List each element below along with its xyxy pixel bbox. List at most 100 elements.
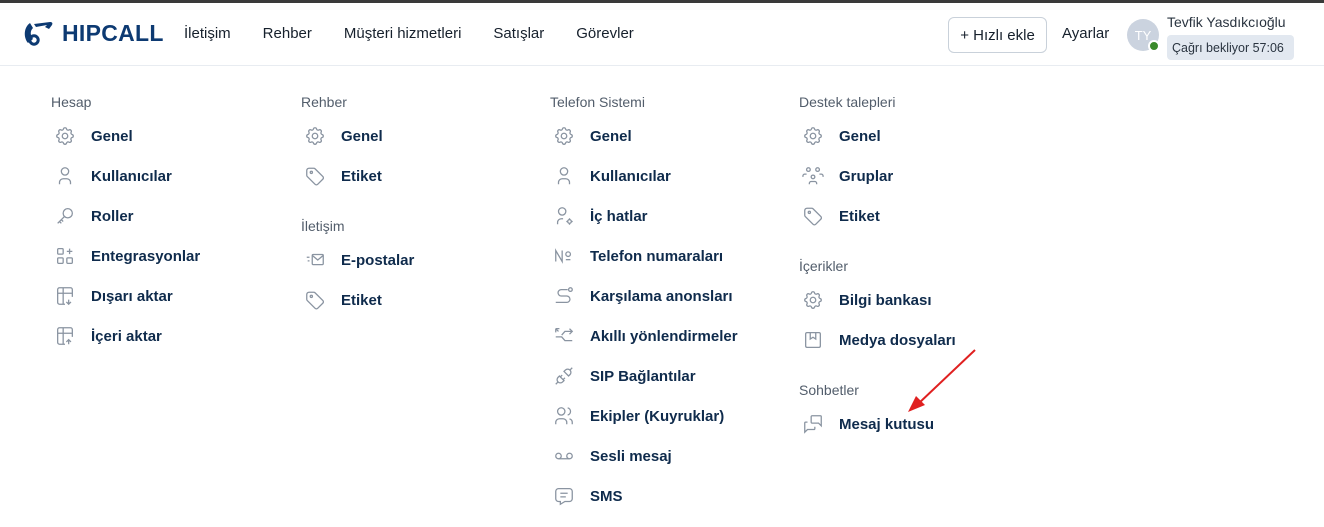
menu-item-label: Karşılama anonsları [590,287,733,305]
menu-column: Rehber Genel Etiket İletişim E-postalar Etike… [301,88,414,320]
gear-icon [801,288,825,312]
menu-item-label: Roller [91,207,134,225]
menu-item-label: İçeri aktar [91,327,162,345]
nav-musteri-hizmetleri[interactable]: Müşteri hizmetleri [344,25,462,42]
menu-item-label: Etiket [839,207,880,225]
users-icon [552,404,576,428]
menu-item-label: Genel [91,127,133,145]
online-status-dot [1148,40,1160,52]
menu-column: Destek talepleri Genel Gruplar Etiket İçerik… [799,88,956,444]
call-status-badge[interactable]: Çağrı bekliyor 57:06 [1167,35,1294,60]
top-navigation: İletişim Rehber Müşteri hizmetleri Satış… [184,25,666,42]
nav-iletisim[interactable]: İletişim [184,25,231,42]
menu-item-label: Sesli mesaj [590,447,672,465]
menu-item-hesap-iceri-aktar[interactable]: İçeri aktar [51,316,200,356]
messages-icon [801,412,825,436]
menu-item-label: Dışarı aktar [91,287,173,305]
menu-item-label: Genel [590,127,632,145]
table-import-icon [53,324,77,348]
section-title-icerikler: İçerikler [799,258,849,274]
arrows-split-icon [552,324,576,348]
menu-item-hesap-entegrasyonlar[interactable]: Entegrasyonlar [51,236,200,276]
menu-item-telefon-sistemi-sip-baglantilar[interactable]: SIP Bağlantılar [550,356,738,396]
menu-item-label: SMS [590,487,623,505]
menu-item-telefon-sistemi-akilli-yonlendirmeler[interactable]: Akıllı yönlendirmeler [550,316,738,356]
menu-item-destek-talepleri-etiket[interactable]: Etiket [799,196,956,236]
menu-item-icerikler-medya-dosyalari[interactable]: Medya dosyaları [799,320,956,360]
tag-icon [801,204,825,228]
menu-item-label: Entegrasyonlar [91,247,201,265]
hipcall-logo[interactable]: HIPCALL [20,19,164,47]
user-name[interactable]: Tevfik Yasdıkcıoğlu [1167,14,1286,30]
table-export-icon [53,284,77,308]
menu-item-telefon-sistemi-sesli-mesaj[interactable]: Sesli mesaj [550,436,738,476]
section-title-hesap: Hesap [51,94,92,110]
plug-icon [552,364,576,388]
section-title-sohbetler: Sohbetler [799,382,859,398]
brand-name: HIPCALL [62,19,164,46]
menu-item-label: Ekipler (Kuyruklar) [590,407,725,425]
numero-icon [552,244,576,268]
menu-item-label: Akıllı yönlendirmeler [590,327,738,345]
settings-link[interactable]: Ayarlar [1062,25,1109,42]
tag-icon [303,164,327,188]
nav-gorevler[interactable]: Görevler [576,25,634,42]
menu-item-label: Etiket [341,167,382,185]
menu-item-label: Mesaj kutusu [839,415,935,433]
menu-item-destek-talepleri-genel[interactable]: Genel [799,116,956,156]
section-title-rehber: Rehber [301,94,347,110]
bookmark-box-icon [801,328,825,352]
mail-fast-icon [303,248,327,272]
route-icon [552,284,576,308]
menu-item-iletisim-etiket[interactable]: Etiket [301,280,414,320]
gear-icon [801,124,825,148]
user-cog-icon [552,204,576,228]
gear-icon [303,124,327,148]
menu-item-label: Genel [341,127,383,145]
menu-item-icerikler-bilgi-bankasi[interactable]: Bilgi bankası [799,280,956,320]
menu-item-rehber-etiket[interactable]: Etiket [301,156,414,196]
menu-item-label: E-postalar [341,251,415,269]
menu-item-label: İç hatlar [590,207,648,225]
apps-add-icon [53,244,77,268]
menu-item-destek-talepleri-gruplar[interactable]: Gruplar [799,156,956,196]
menu-item-iletisim-e-postalar[interactable]: E-postalar [301,240,414,280]
voicemail-icon [552,444,576,468]
menu-item-hesap-roller[interactable]: Roller [51,196,200,236]
menu-item-label: Bilgi bankası [839,291,932,309]
menu-column: Telefon Sistemi Genel Kullanıcılar İç hatla… [550,88,738,516]
menu-item-hesap-genel[interactable]: Genel [51,116,200,156]
menu-item-label: Kullanıcılar [91,167,172,185]
phone-logo-icon [24,22,53,46]
menu-item-label: SIP Bağlantılar [590,367,696,385]
app-header: HIPCALL İletişim Rehber Müşteri hizmetle… [0,3,1324,66]
users-group-icon [801,164,825,188]
nav-satislar[interactable]: Satışlar [493,25,544,42]
menu-item-telefon-sistemi-ekipler-kuyruklar[interactable]: Ekipler (Kuyruklar) [550,396,738,436]
message-icon [552,484,576,508]
menu-item-label: Etiket [341,291,382,309]
menu-column: Hesap Genel Kullanıcılar Roller Entegrasyonl… [51,88,200,356]
menu-item-sohbetler-mesaj-kutusu[interactable]: Mesaj kutusu [799,404,956,444]
gear-icon [552,124,576,148]
menu-item-telefon-sistemi-genel[interactable]: Genel [550,116,738,156]
menu-item-telefon-sistemi-sms[interactable]: SMS [550,476,738,516]
menu-item-hesap-disari-aktar[interactable]: Dışarı aktar [51,276,200,316]
menu-item-telefon-sistemi-telefon-numaralari[interactable]: Telefon numaraları [550,236,738,276]
quick-add-button[interactable]: + Hızlı ekle [948,17,1047,53]
key-icon [53,204,77,228]
menu-item-label: Gruplar [839,167,894,185]
section-title-iletisim: İletişim [301,218,345,234]
section-title-destek-talepleri: Destek talepleri [799,94,896,110]
menu-item-telefon-sistemi-kullanicilar[interactable]: Kullanıcılar [550,156,738,196]
menu-item-telefon-sistemi-karsilama-anonslari[interactable]: Karşılama anonsları [550,276,738,316]
menu-item-rehber-genel[interactable]: Genel [301,116,414,156]
nav-rehber[interactable]: Rehber [263,25,312,42]
section-title-telefon-sistemi: Telefon Sistemi [550,94,645,110]
menu-item-telefon-sistemi-ic-hatlar[interactable]: İç hatlar [550,196,738,236]
menu-item-hesap-kullanicilar[interactable]: Kullanıcılar [51,156,200,196]
menu-item-label: Medya dosyaları [839,331,956,349]
